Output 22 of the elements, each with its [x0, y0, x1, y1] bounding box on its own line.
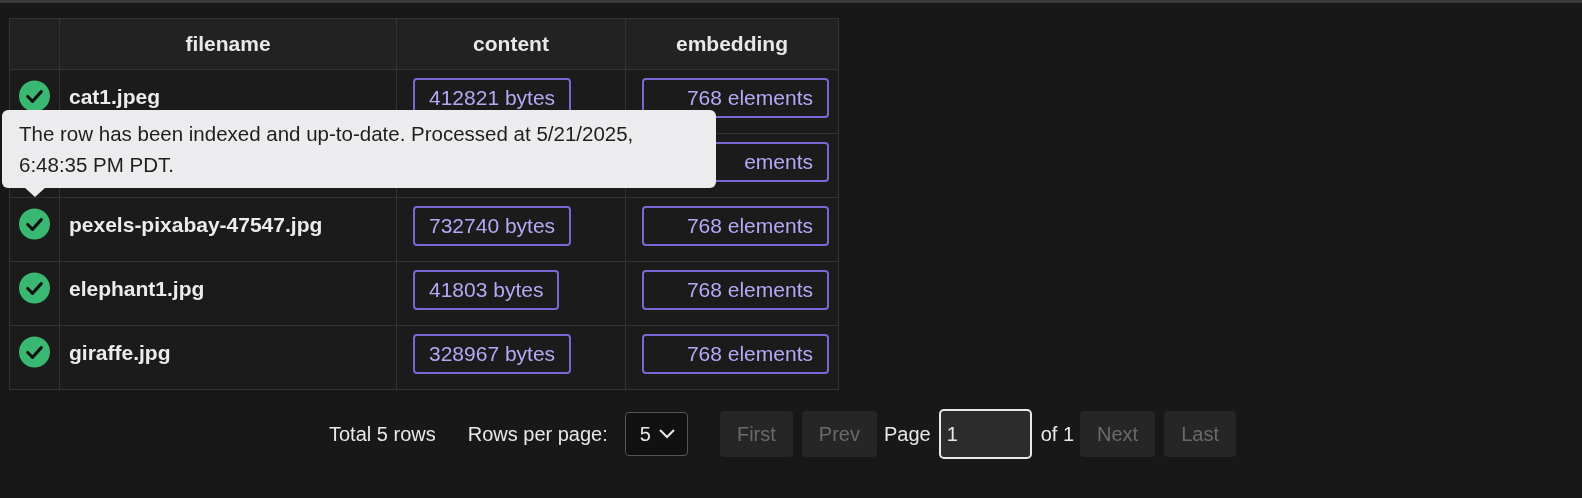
embedding-badge[interactable]: 768 elements	[642, 206, 829, 246]
page-input[interactable]: 1	[938, 409, 1032, 459]
column-header: content	[397, 19, 626, 70]
rows-per-page-label: Rows per page:	[467, 422, 608, 446]
filename-text: cat1.jpeg	[69, 86, 161, 107]
filename-text: elephant1.jpg	[69, 278, 205, 299]
rows-per-page-select[interactable]: 5	[624, 412, 688, 456]
total-rows-text: Total 5 rows	[329, 422, 436, 446]
content-badge[interactable]: 41803 bytes	[413, 270, 560, 310]
page-label: Page	[883, 422, 931, 446]
chevron-down-icon	[658, 429, 675, 439]
embedding-badge[interactable]: 768 elements	[642, 334, 829, 374]
embedding-badge[interactable]: 768 elements	[642, 270, 829, 310]
content-badge[interactable]: 732740 bytes	[413, 206, 572, 246]
filename-text: pexels-pixabay-47547.jpg	[69, 214, 323, 235]
column-header: embedding	[626, 19, 839, 70]
tooltip-pointer	[24, 187, 46, 197]
column-header: filename	[60, 19, 397, 70]
tooltip: The row has been indexed and up-to-date. Processed at 5/21/2025, 6:48:35 PM PDT.	[2, 110, 716, 188]
page-count-text: of 1	[1040, 422, 1074, 446]
content-badge[interactable]: 328967 bytes	[413, 334, 572, 374]
filename-text: giraffe.jpg	[69, 342, 171, 363]
